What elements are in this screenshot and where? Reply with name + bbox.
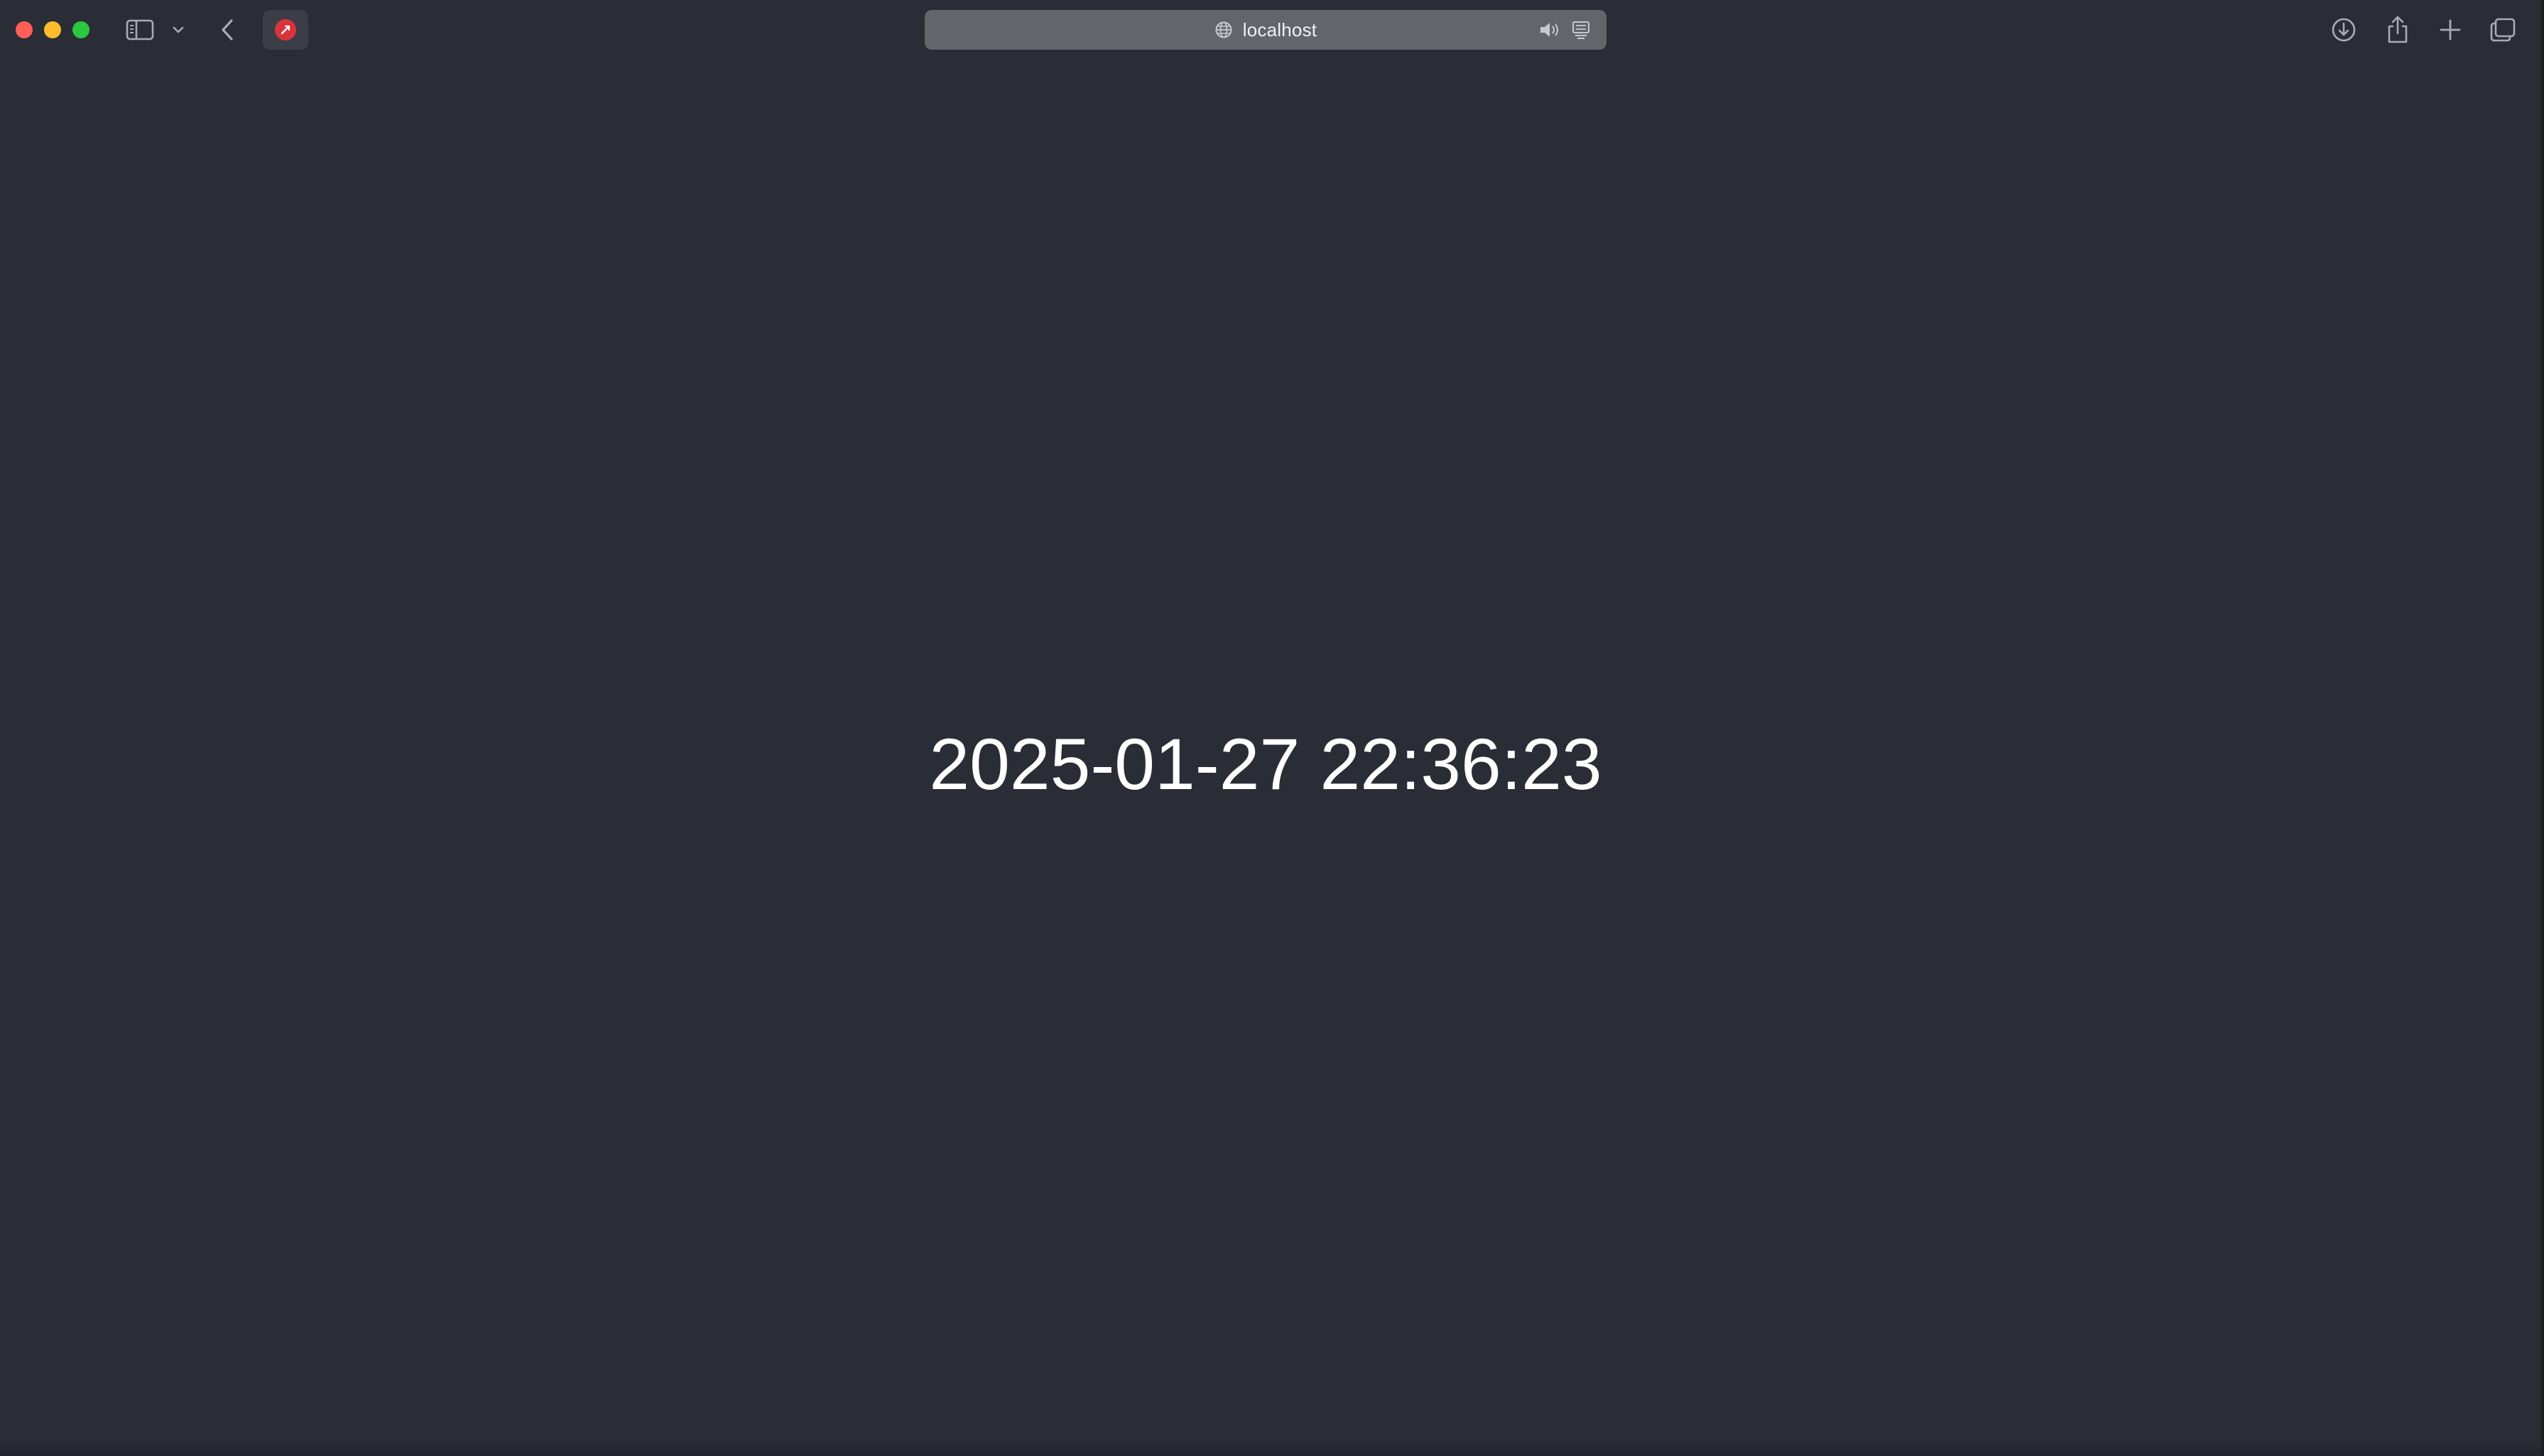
close-window-button[interactable] xyxy=(16,21,33,38)
extension-button[interactable] xyxy=(263,10,308,50)
sidebar-icon xyxy=(126,19,154,40)
tab-overview-button[interactable] xyxy=(2486,13,2520,47)
reader-button[interactable] xyxy=(1571,20,1591,43)
back-arrow-icon xyxy=(222,19,233,40)
window-edge xyxy=(2541,0,2544,1456)
address-bar[interactable]: localhost xyxy=(925,10,1607,50)
downloads-button[interactable] xyxy=(2327,13,2361,47)
plus-icon xyxy=(2440,19,2461,40)
back-button[interactable] xyxy=(214,13,240,47)
sidebar-menu-button[interactable] xyxy=(168,13,189,47)
url-text: localhost xyxy=(1242,18,1317,40)
sidebar-toggle-button[interactable] xyxy=(124,13,156,47)
tabs-icon xyxy=(2490,18,2516,42)
reader-icon xyxy=(1572,21,1589,39)
new-tab-button[interactable] xyxy=(2433,13,2467,47)
bottom-shadow xyxy=(0,1438,2544,1456)
datetime-display: 2025-01-27 22:36:23 xyxy=(929,724,1602,805)
download-icon xyxy=(2332,18,2356,42)
minimize-window-button[interactable] xyxy=(44,21,61,38)
share-icon xyxy=(2388,16,2408,43)
page-content: 2025-01-27 22:36:23 xyxy=(0,60,2544,1456)
audio-toggle-button[interactable] xyxy=(1538,20,1561,43)
maximize-window-button[interactable] xyxy=(72,21,89,38)
speaker-icon xyxy=(1540,23,1558,37)
browser-window: localhost 2025-01-27 22:36:23 xyxy=(0,0,2544,1456)
extension-icon xyxy=(275,19,296,40)
chevron-down-icon xyxy=(173,26,184,33)
share-button[interactable] xyxy=(2381,13,2415,47)
browser-toolbar: localhost xyxy=(0,0,2544,60)
globe-icon xyxy=(1215,21,1232,38)
